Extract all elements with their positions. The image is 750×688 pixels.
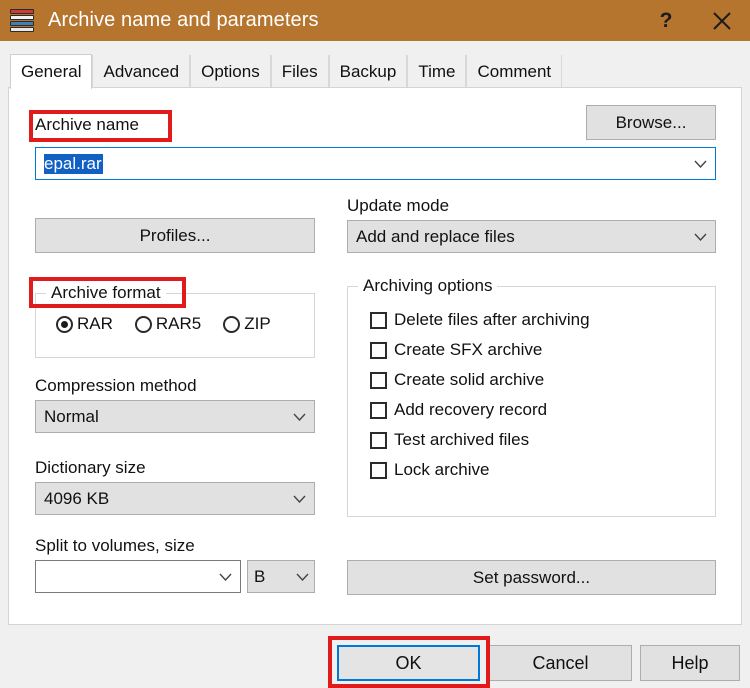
archive-name-value: epal.rar: [36, 154, 685, 174]
help-button-label: Help: [671, 653, 708, 674]
help-button[interactable]: Help: [640, 645, 740, 681]
archive-name-label: Archive name: [35, 115, 139, 135]
split-volumes-unit-select[interactable]: B: [247, 560, 315, 593]
archiving-options-group: Archiving options Delete files after arc…: [347, 286, 716, 517]
profiles-button[interactable]: Profiles...: [35, 218, 315, 253]
window-title: Archive name and parameters: [48, 9, 638, 32]
checkbox-delete-files-after-archiving[interactable]: Delete files after archiving: [370, 307, 590, 333]
cancel-button[interactable]: Cancel: [489, 645, 632, 681]
checkbox-unchecked-icon: [370, 342, 387, 359]
tab-label: Advanced: [103, 62, 179, 82]
split-volumes-label: Split to volumes, size: [35, 536, 195, 556]
checkbox-label: Create SFX archive: [394, 340, 542, 360]
help-icon[interactable]: ?: [638, 0, 694, 41]
tab-label: Comment: [477, 62, 551, 82]
checkbox-unchecked-icon: [370, 312, 387, 329]
general-tab-panel: Archive name Browse... epal.rar Profiles…: [8, 87, 742, 625]
radio-rar5[interactable]: RAR5: [135, 314, 201, 334]
update-mode-label: Update mode: [347, 196, 449, 216]
tab-advanced[interactable]: Advanced: [92, 55, 190, 88]
ok-button[interactable]: OK: [337, 645, 480, 681]
archive-format-radios: RAR RAR5 ZIP: [56, 314, 271, 334]
update-mode-value: Add and replace files: [348, 227, 685, 247]
tab-label: Time: [418, 62, 455, 82]
compression-method-select[interactable]: Normal: [35, 400, 315, 433]
browse-button-label: Browse...: [616, 113, 687, 133]
window-controls: ?: [638, 0, 750, 41]
tab-time[interactable]: Time: [407, 55, 466, 88]
split-volumes-input[interactable]: [35, 560, 241, 593]
checkbox-label: Create solid archive: [394, 370, 544, 390]
split-volumes-unit-value: B: [248, 567, 290, 587]
winrar-books-icon: [8, 6, 38, 36]
archive-format-group: Archive format RAR RAR5 ZIP: [35, 293, 315, 358]
radio-unselected-icon: [223, 316, 240, 333]
checkbox-label: Add recovery record: [394, 400, 547, 420]
dictionary-size-value: 4096 KB: [36, 489, 284, 509]
checkbox-unchecked-icon: [370, 432, 387, 449]
radio-rar[interactable]: RAR: [56, 314, 113, 334]
compression-method-label: Compression method: [35, 376, 197, 396]
update-mode-select[interactable]: Add and replace files: [347, 220, 716, 253]
chevron-down-icon[interactable]: [284, 495, 314, 503]
tab-label: Backup: [340, 62, 397, 82]
radio-label: ZIP: [244, 314, 270, 334]
chevron-down-icon[interactable]: [685, 233, 715, 241]
dictionary-size-label: Dictionary size: [35, 458, 146, 478]
checkbox-label: Test archived files: [394, 430, 529, 450]
checkbox-create-solid-archive[interactable]: Create solid archive: [370, 367, 590, 393]
tab-label: Options: [201, 62, 260, 82]
chevron-down-icon[interactable]: [685, 160, 715, 168]
tab-files[interactable]: Files: [271, 55, 329, 88]
archiving-options-label: Archiving options: [358, 276, 497, 296]
winrar-archive-dialog: Archive name and parameters ? General Ad…: [0, 0, 750, 688]
tab-label: General: [21, 62, 81, 82]
chevron-down-icon[interactable]: [284, 413, 314, 421]
archiving-options-list: Delete files after archiving Create SFX …: [370, 307, 590, 487]
dictionary-size-select[interactable]: 4096 KB: [35, 482, 315, 515]
checkbox-add-recovery-record[interactable]: Add recovery record: [370, 397, 590, 423]
checkbox-label: Lock archive: [394, 460, 489, 480]
radio-selected-icon: [56, 316, 73, 333]
tab-strip: General Advanced Options Files Backup Ti…: [0, 41, 750, 88]
tab-comment[interactable]: Comment: [466, 55, 562, 88]
profiles-button-label: Profiles...: [140, 226, 211, 246]
chevron-down-icon[interactable]: [290, 573, 314, 581]
radio-label: RAR5: [156, 314, 201, 334]
archive-name-text: epal.rar: [44, 154, 103, 174]
tab-options[interactable]: Options: [190, 55, 271, 88]
radio-label: RAR: [77, 314, 113, 334]
checkbox-test-archived-files[interactable]: Test archived files: [370, 427, 590, 453]
tab-backup[interactable]: Backup: [329, 55, 408, 88]
ok-button-label: OK: [395, 653, 421, 674]
archive-name-input[interactable]: epal.rar: [35, 147, 716, 180]
checkbox-unchecked-icon: [370, 372, 387, 389]
browse-button[interactable]: Browse...: [586, 105, 716, 140]
close-icon[interactable]: [694, 0, 750, 41]
checkbox-unchecked-icon: [370, 402, 387, 419]
checkbox-unchecked-icon: [370, 462, 387, 479]
archive-format-label: Archive format: [46, 283, 166, 303]
title-bar: Archive name and parameters ?: [0, 0, 750, 41]
cancel-button-label: Cancel: [532, 653, 588, 674]
tab-general[interactable]: General: [10, 54, 92, 89]
radio-unselected-icon: [135, 316, 152, 333]
checkbox-create-sfx-archive[interactable]: Create SFX archive: [370, 337, 590, 363]
set-password-button[interactable]: Set password...: [347, 560, 716, 595]
compression-method-value: Normal: [36, 407, 284, 427]
tab-label: Files: [282, 62, 318, 82]
radio-zip[interactable]: ZIP: [223, 314, 270, 334]
set-password-button-label: Set password...: [473, 568, 590, 588]
chevron-down-icon[interactable]: [210, 573, 240, 581]
checkbox-label: Delete files after archiving: [394, 310, 590, 330]
checkbox-lock-archive[interactable]: Lock archive: [370, 457, 590, 483]
